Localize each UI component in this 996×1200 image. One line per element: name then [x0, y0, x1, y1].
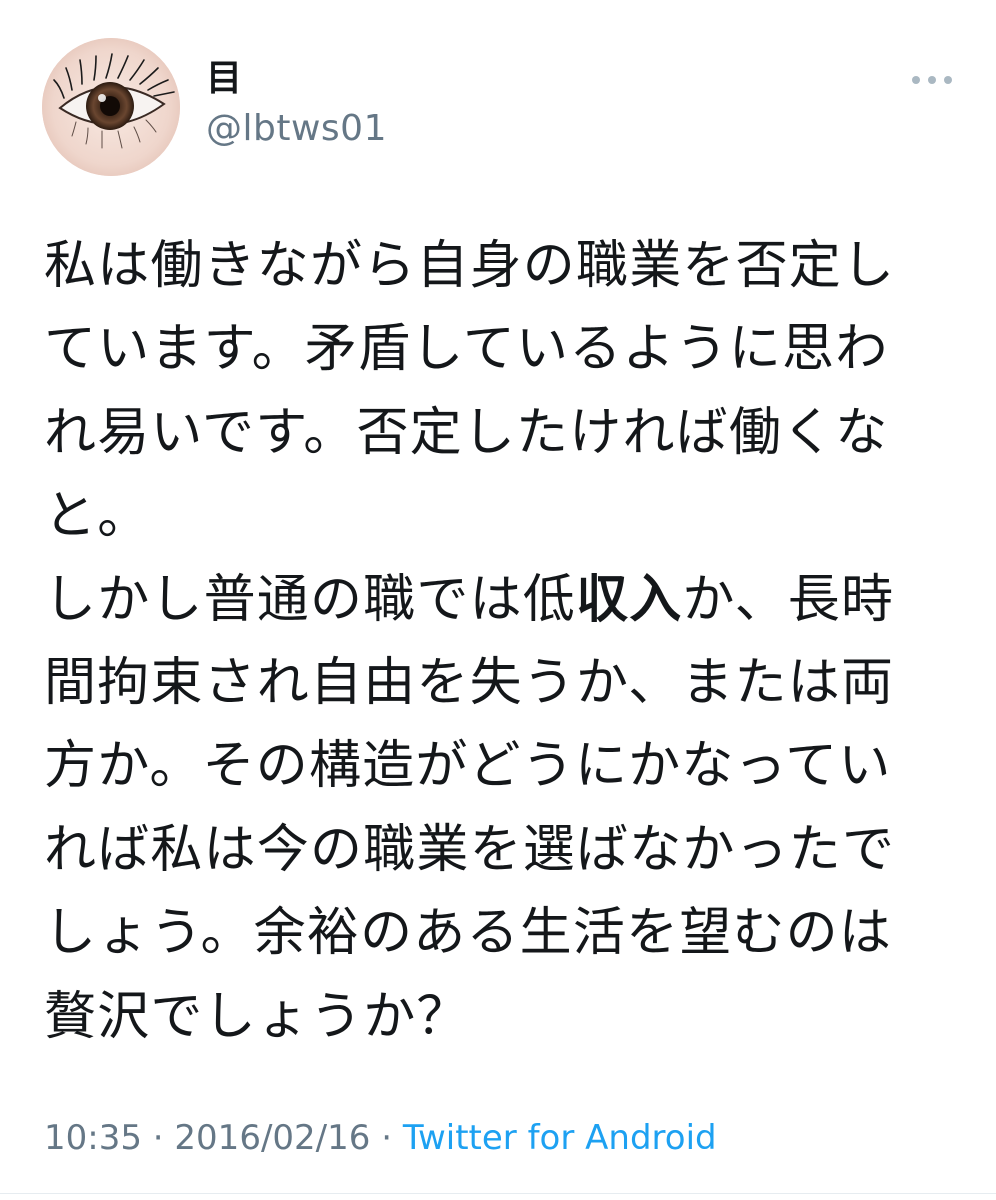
text-segment: しかし普通の職では低: [44, 569, 577, 630]
more-options-icon[interactable]: [912, 70, 952, 90]
text-segment: か、長時: [682, 569, 895, 630]
text-segment: 方か。その構造がどうにかなってい: [44, 736, 892, 797]
tweet-source-link[interactable]: Twitter for Android: [403, 1118, 717, 1158]
divider: [0, 1193, 996, 1194]
tweet-text-line: れば私は今の職業を選ばなかったで: [44, 809, 964, 892]
tweet-text-line: 私は働きながら自身の職業を否定し: [44, 225, 964, 308]
text-segment: と。: [44, 486, 151, 547]
meta-separator: ·: [370, 1118, 403, 1158]
tweet-text: 私は働きながら自身の職業を否定し ています。矛盾しているように思わ れ易いです。…: [44, 225, 964, 1059]
eye-avatar-icon: [42, 38, 180, 176]
avatar[interactable]: [42, 38, 180, 176]
tweet: 目 @lbtws01 私は働きながら自身の職業を否定し ています。矛盾しているよ…: [0, 0, 996, 1200]
tweet-text-line: 間拘束され自由を失うか、または両: [44, 642, 964, 725]
tweet-meta: 10:35 · 2016/02/16 · Twitter for Android: [44, 1116, 717, 1160]
text-segment: れ易いです。否定したければ働くな: [44, 402, 889, 463]
more-dot-2: [928, 76, 936, 84]
tweet-text-line: しかし普通の職では低収入か、長時: [44, 559, 964, 642]
display-name[interactable]: 目: [206, 58, 387, 100]
text-segment: ています。矛盾しているように思わ: [44, 319, 889, 380]
tweet-text-line: 贅沢でしょうか？: [44, 976, 964, 1059]
text-segment: れば私は今の職業を選ばなかったで: [44, 819, 896, 880]
tweet-text-line: れ易いです。否定したければ働くな: [44, 392, 964, 475]
text-segment: 私は働きながら自身の職業を否定し: [44, 236, 896, 296]
text-segment: 間拘束され自由を失うか、または両: [44, 653, 895, 714]
author-names: 目 @lbtws01: [206, 58, 387, 150]
tweet-header: 目 @lbtws01: [40, 30, 956, 180]
more-dot-1: [912, 76, 920, 84]
user-handle[interactable]: @lbtws01: [206, 108, 387, 150]
text-segment: しょう。余裕のある生活を望むのは: [44, 903, 893, 964]
tweet-text-line: しょう。余裕のある生活を望むのは: [44, 892, 964, 975]
tweet-time[interactable]: 10:35: [44, 1118, 142, 1158]
more-dot-3: [944, 76, 952, 84]
tweet-text-line: 方か。その構造がどうにかなってい: [44, 725, 964, 808]
bold-text-segment: 収入: [576, 569, 683, 630]
text-segment: 贅沢でしょうか？: [44, 986, 470, 1047]
tweet-text-line: ています。矛盾しているように思わ: [44, 308, 964, 391]
tweet-text-line: と。: [44, 475, 964, 558]
meta-separator: ·: [141, 1118, 175, 1158]
tweet-date[interactable]: 2016/02/16: [174, 1118, 370, 1158]
